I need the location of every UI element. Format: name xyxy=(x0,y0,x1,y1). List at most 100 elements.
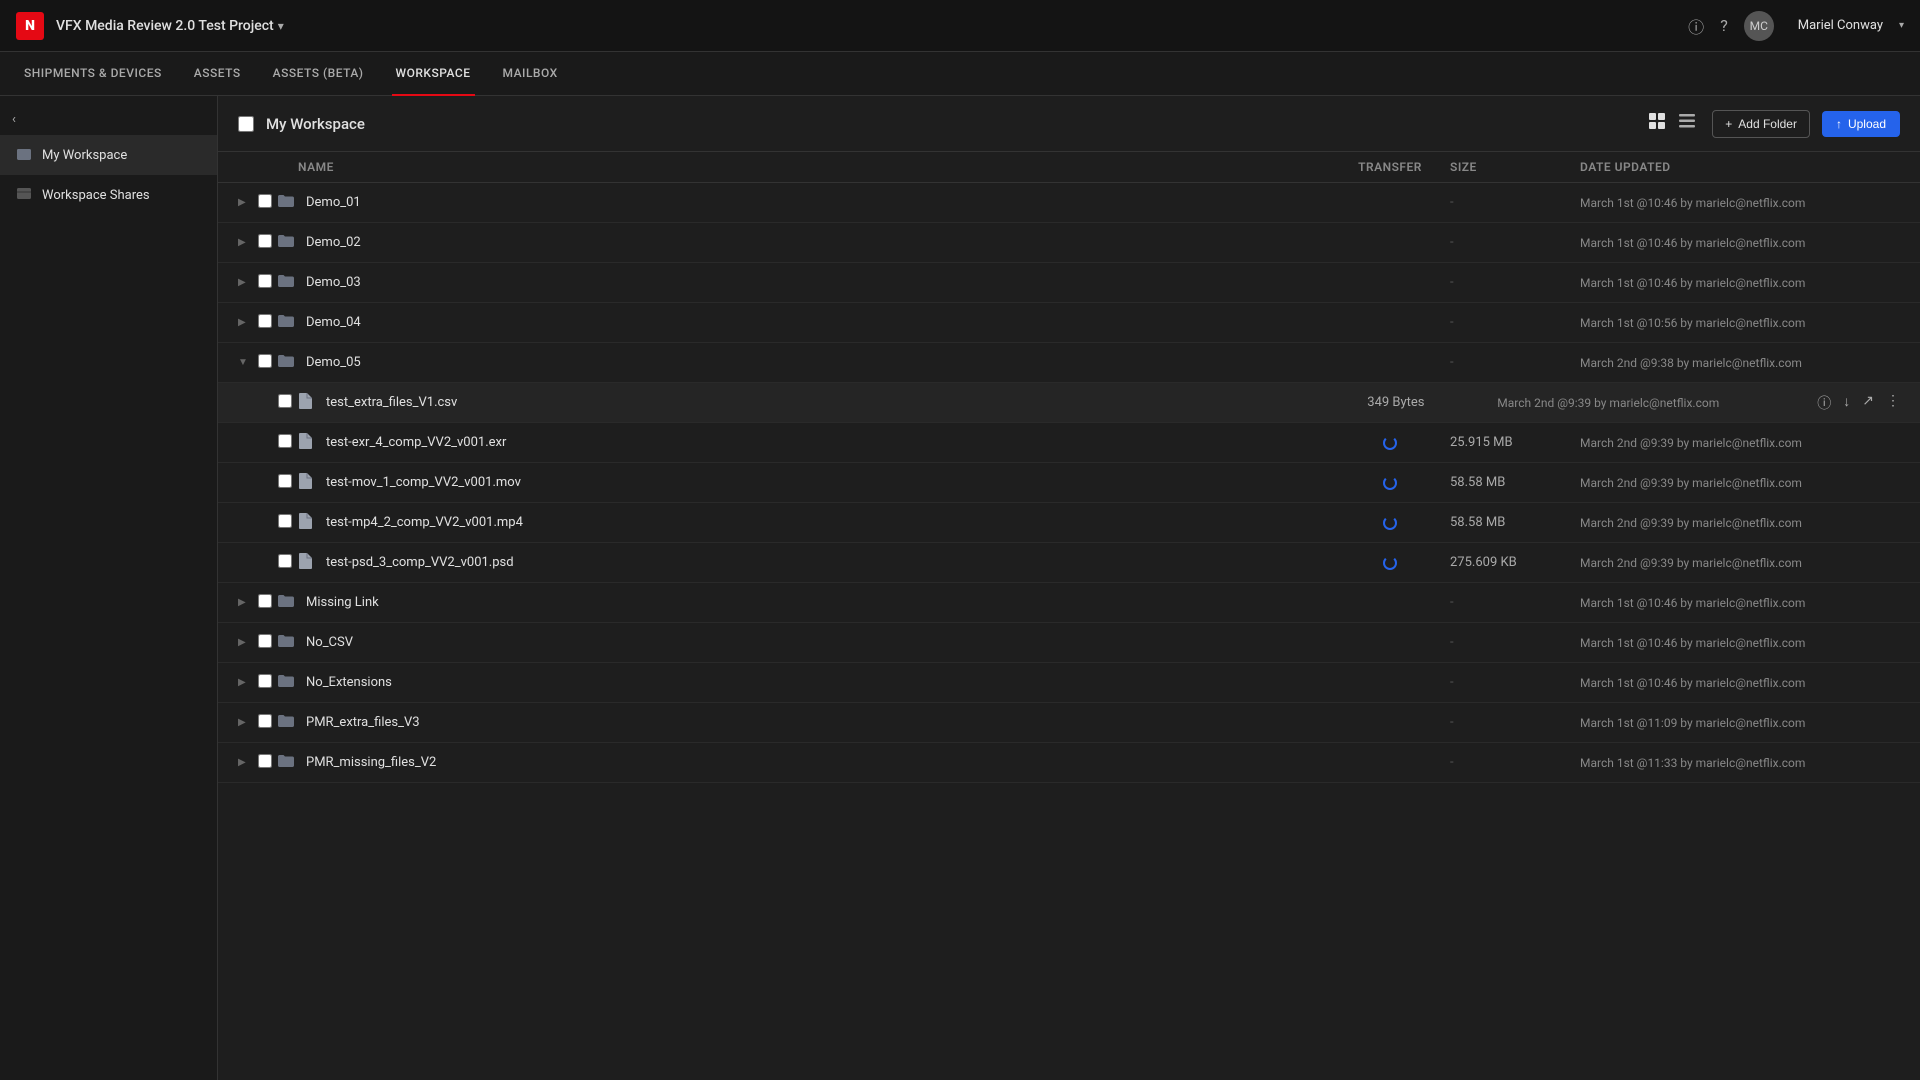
list-item[interactable]: ▶ Missing Link - March 1st @10:46 by mar… xyxy=(218,583,1920,623)
row-checkbox[interactable] xyxy=(258,194,278,212)
nav-mailbox[interactable]: MAILBOX xyxy=(499,52,562,96)
list-item[interactable]: ▶ PMR_missing_files_V2 - March 1st @11:3… xyxy=(218,743,1920,783)
list-item[interactable]: ▶ PMR_extra_files_V3 - March 1st @11:09 … xyxy=(218,703,1920,743)
list-item[interactable]: ▼ Demo_05 - March 2nd @9:38 by marielc@n… xyxy=(218,343,1920,383)
item-date: March 2nd @9:39 by marielc@netflix.com xyxy=(1580,436,1900,450)
item-name: test-psd_3_comp_VV2_v001.psd xyxy=(326,555,1330,570)
transfer-status[interactable] xyxy=(1330,556,1450,570)
user-dropdown-arrow[interactable]: ▾ xyxy=(1899,20,1904,31)
transfer-status[interactable] xyxy=(1330,436,1450,450)
expand-icon[interactable]: ▶ xyxy=(238,197,258,208)
row-checkbox[interactable] xyxy=(278,554,298,572)
row-checkbox[interactable] xyxy=(258,594,278,612)
header-actions: + Add Folder ↑ Upload xyxy=(1644,108,1900,139)
item-size: - xyxy=(1450,235,1580,250)
row-checkbox[interactable] xyxy=(258,754,278,772)
transfer-status[interactable] xyxy=(1330,476,1450,490)
row-checkbox[interactable] xyxy=(278,434,298,452)
item-size: - xyxy=(1450,755,1580,770)
file-icon xyxy=(298,513,318,533)
expand-icon[interactable]: ▶ xyxy=(238,677,258,688)
item-size: 58.58 MB xyxy=(1450,515,1580,530)
expand-icon[interactable]: ▶ xyxy=(238,277,258,288)
upload-button[interactable]: ↑ Upload xyxy=(1822,111,1900,137)
more-action-button[interactable]: ⋮ xyxy=(1886,393,1900,413)
item-name: test-mp4_2_comp_VV2_v001.mp4 xyxy=(326,515,1330,530)
row-checkbox[interactable] xyxy=(278,514,298,532)
item-name: PMR_extra_files_V3 xyxy=(306,715,1330,730)
list-item[interactable]: ▶ Demo_03 - March 1st @10:46 by marielc@… xyxy=(218,263,1920,303)
add-folder-icon: + xyxy=(1725,117,1732,131)
list-item[interactable]: test-mp4_2_comp_VV2_v001.mp4 58.58 MB Ma… xyxy=(218,503,1920,543)
item-name: No_CSV xyxy=(306,635,1330,650)
grid-view-button[interactable] xyxy=(1644,108,1670,139)
row-checkbox[interactable] xyxy=(258,314,278,332)
row-checkbox[interactable] xyxy=(258,354,278,372)
nav-workspace[interactable]: WORKSPACE xyxy=(392,52,475,96)
expand-icon[interactable]: ▼ xyxy=(238,357,258,368)
topbar: N VFX Media Review 2.0 Test Project ▾ ⓘ … xyxy=(0,0,1920,52)
info-icon[interactable]: ⓘ xyxy=(1688,14,1704,38)
list-item[interactable]: ▶ Demo_04 - March 1st @10:56 by marielc@… xyxy=(218,303,1920,343)
topbar-icons: ⓘ ? MC Mariel Conway ▾ xyxy=(1688,11,1904,41)
item-date: March 2nd @9:38 by marielc@netflix.com xyxy=(1580,356,1900,370)
nav-assets[interactable]: ASSETS xyxy=(190,52,245,96)
row-checkbox[interactable] xyxy=(258,234,278,252)
item-size: 58.58 MB xyxy=(1450,475,1580,490)
list-view-button[interactable] xyxy=(1674,108,1700,139)
folder-icon xyxy=(278,234,298,252)
row-checkbox[interactable] xyxy=(278,474,298,492)
row-checkbox[interactable] xyxy=(258,274,278,292)
item-date: March 1st @11:33 by marielc@netflix.com xyxy=(1580,756,1900,770)
folder-icon xyxy=(278,634,298,652)
content-area: My Workspace xyxy=(218,96,1920,1080)
row-checkbox[interactable] xyxy=(278,394,298,412)
info-action-button[interactable]: ⓘ xyxy=(1817,393,1831,413)
folder-icon xyxy=(278,594,298,612)
nav-shipments[interactable]: SHIPMENTS & DEVICES xyxy=(20,52,166,96)
list-item[interactable]: ▶ Demo_02 - March 1st @10:46 by marielc@… xyxy=(218,223,1920,263)
list-item[interactable]: test-psd_3_comp_VV2_v001.psd 275.609 KB … xyxy=(218,543,1920,583)
transfer-spinner xyxy=(1383,516,1397,530)
col-header-date: Date Updated xyxy=(1580,160,1900,174)
sidebar-item-my-workspace[interactable]: My Workspace xyxy=(0,135,217,175)
list-item[interactable]: test-exr_4_comp_VV2_v001.exr 25.915 MB M… xyxy=(218,423,1920,463)
item-size: 275.609 KB xyxy=(1450,555,1580,570)
item-size: - xyxy=(1450,195,1580,210)
user-name[interactable]: Mariel Conway xyxy=(1798,18,1883,33)
table-header: Name Transfer Size Date Updated xyxy=(218,152,1920,183)
select-all-checkbox[interactable] xyxy=(238,116,254,132)
expand-icon[interactable]: ▶ xyxy=(238,597,258,608)
list-item[interactable]: ▶ No_CSV - March 1st @10:46 by marielc@n… xyxy=(218,623,1920,663)
expand-icon[interactable]: ▶ xyxy=(238,237,258,248)
list-item[interactable]: ▶ No_Extensions - March 1st @10:46 by ma… xyxy=(218,663,1920,703)
item-name: test_extra_files_V1.csv xyxy=(326,395,1247,410)
item-name: Demo_03 xyxy=(306,275,1330,290)
avatar: MC xyxy=(1744,11,1774,41)
project-dropdown-arrow[interactable]: ▾ xyxy=(278,19,284,33)
row-checkbox[interactable] xyxy=(258,634,278,652)
item-name: Missing Link xyxy=(306,595,1330,610)
sidebar-item-workspace-shares[interactable]: Workspace Shares xyxy=(0,175,217,215)
transfer-status[interactable] xyxy=(1330,516,1450,530)
folder-icon xyxy=(16,145,32,165)
add-folder-button[interactable]: + Add Folder xyxy=(1712,110,1810,138)
col-header-transfer: Transfer xyxy=(1330,160,1450,174)
nav-assets-beta[interactable]: ASSETS (BETA) xyxy=(269,52,368,96)
share-action-button[interactable]: ↗ xyxy=(1862,393,1874,413)
item-size: - xyxy=(1450,275,1580,290)
list-item[interactable]: test_extra_files_V1.csv 349 Bytes March … xyxy=(218,383,1920,423)
list-item[interactable]: test-mov_1_comp_VV2_v001.mov 58.58 MB Ma… xyxy=(218,463,1920,503)
sidebar-collapse-button[interactable]: ‹ xyxy=(0,104,217,135)
download-action-button[interactable]: ↓ xyxy=(1843,393,1850,413)
expand-icon[interactable]: ▶ xyxy=(238,637,258,648)
row-checkbox[interactable] xyxy=(258,674,278,692)
expand-icon[interactable]: ▶ xyxy=(238,757,258,768)
help-icon[interactable]: ? xyxy=(1720,16,1728,35)
project-title: VFX Media Review 2.0 Test Project xyxy=(56,18,274,34)
expand-icon[interactable]: ▶ xyxy=(238,717,258,728)
list-item[interactable]: ▶ Demo_01 - March 1st @10:46 by marielc@… xyxy=(218,183,1920,223)
row-checkbox[interactable] xyxy=(258,714,278,732)
main-layout: ‹ My Workspace Workspace Shares xyxy=(0,96,1920,1080)
expand-icon[interactable]: ▶ xyxy=(238,317,258,328)
